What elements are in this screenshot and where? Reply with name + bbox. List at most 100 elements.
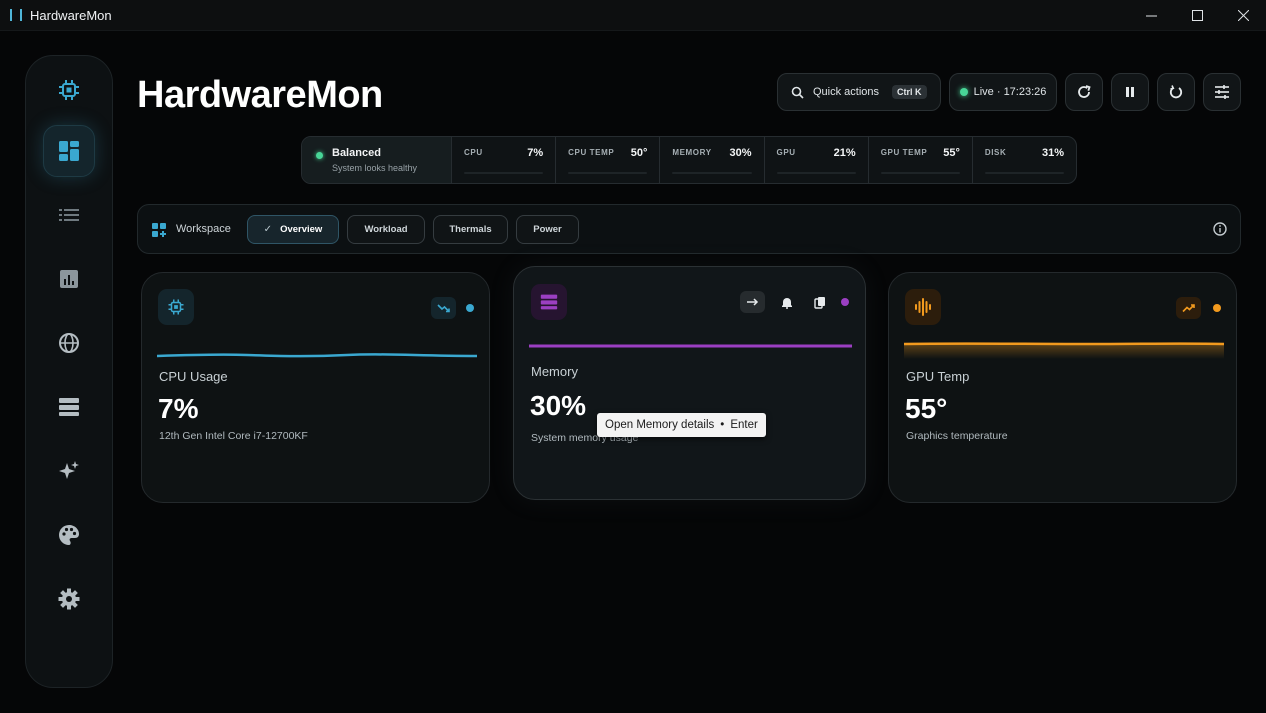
mode-detail: System looks healthy <box>332 163 418 173</box>
tab-label: Workload <box>364 224 408 235</box>
tab-label: Thermals <box>449 224 492 235</box>
copy-button[interactable] <box>807 291 832 313</box>
metric-bar <box>984 172 1065 174</box>
sparkle-icon <box>59 461 79 479</box>
workspace-icon <box>152 223 166 237</box>
tooltip-shortcut: Enter <box>730 419 758 431</box>
metric-value: 31% <box>1042 147 1065 159</box>
card-value: 7% <box>158 393 199 424</box>
minimize-icon <box>1145 15 1157 17</box>
chip-icon <box>168 299 184 315</box>
alert-button[interactable] <box>774 291 799 313</box>
tab-label: Power <box>533 224 562 235</box>
metric-value: 30% <box>729 147 752 159</box>
live-label: Live · 17:23:26 <box>973 86 1047 98</box>
metric-bar <box>464 172 544 174</box>
card-value: 30% <box>530 390 587 421</box>
close-button[interactable] <box>1220 0 1266 31</box>
gear-icon <box>58 588 80 610</box>
sidebar-item-theme[interactable] <box>43 509 95 561</box>
close-icon <box>1237 10 1249 21</box>
metric-cpu-temp: CPU TEMP 50° <box>556 137 661 183</box>
live-dot <box>959 88 968 96</box>
tooltip-separator: • <box>720 419 725 431</box>
sidebar-item-analytics[interactable] <box>43 253 95 305</box>
metric-bar <box>776 172 856 174</box>
tab-workload[interactable]: Workload <box>347 215 425 244</box>
gpu-card[interactable]: GPU Temp 55° Graphics temperature <box>888 272 1237 503</box>
sidebar-item-logo[interactable] <box>43 64 95 116</box>
refresh-button[interactable] <box>1065 73 1103 111</box>
metric-memory: MEMORY 30% <box>660 137 765 183</box>
quick-actions-button[interactable]: Quick actions Ctrl K <box>777 73 941 111</box>
trend-up-button[interactable] <box>1176 297 1201 319</box>
card-value: 55° <box>905 393 948 424</box>
pause-icon <box>1126 87 1134 97</box>
status-strip: Balanced System looks healthy CPU 7% CPU… <box>301 136 1077 184</box>
sidebar-item-settings[interactable] <box>43 573 95 625</box>
status-dot <box>466 304 474 312</box>
minimize-button[interactable] <box>1128 0 1174 31</box>
gpu-card-icon <box>905 289 941 325</box>
metric-value: 55° <box>943 147 960 159</box>
mode-status[interactable]: Balanced System looks healthy <box>302 137 452 183</box>
workspace-label: Workspace <box>176 223 231 235</box>
open-details-button[interactable] <box>740 291 765 313</box>
quick-actions-label: Quick actions <box>813 86 880 98</box>
info-icon[interactable] <box>1213 222 1227 236</box>
card-title: Memory <box>531 364 578 379</box>
tab-overview[interactable]: ✓ Overview <box>247 215 339 244</box>
filters-button[interactable] <box>1203 73 1241 111</box>
sidebar-item-storage[interactable] <box>43 381 95 433</box>
status-dot <box>316 152 323 159</box>
metric-value: 50° <box>630 147 648 159</box>
trend-down-icon <box>437 304 450 313</box>
sidebar-item-network[interactable] <box>43 317 95 369</box>
storage-icon <box>59 398 79 416</box>
workspace-bar: Workspace ✓ Overview Workload Thermals P… <box>137 204 1241 254</box>
copy-icon <box>813 296 825 309</box>
chart-icon <box>60 270 78 288</box>
tooltip-text: Open Memory details <box>605 419 715 431</box>
metric-bar <box>568 172 648 174</box>
arrow-right-icon <box>747 298 759 306</box>
tab-power[interactable]: Power <box>516 215 579 244</box>
app-logo-icon <box>10 9 22 21</box>
cpu-card[interactable]: CPU Usage 7% 12th Gen Intel Core i7-1270… <box>141 272 490 503</box>
metric-bar <box>880 172 960 174</box>
sliders-icon <box>1215 85 1229 99</box>
check-icon: ✓ <box>263 224 273 235</box>
memory-icon <box>540 294 558 310</box>
gpu-sparkline <box>904 342 1224 359</box>
metric-gpu-temp: GPU TEMP 55° <box>869 137 973 183</box>
status-dot <box>841 298 849 306</box>
card-subtitle: 12th Gen Intel Core i7-12700KF <box>159 430 308 442</box>
metric-cpu: CPU 7% <box>452 137 557 183</box>
metric-disk: DISK 31% <box>973 137 1076 183</box>
pause-button[interactable] <box>1111 73 1149 111</box>
trend-up-icon <box>1182 304 1195 313</box>
trend-down-button[interactable] <box>431 297 456 319</box>
metric-gpu: GPU 21% <box>765 137 869 183</box>
shortcut-badge: Ctrl K <box>892 85 927 99</box>
search-icon <box>791 86 804 99</box>
live-indicator: Live · 17:23:26 <box>949 73 1057 111</box>
title-bar: HardwareMon <box>0 0 1266 31</box>
sidebar-item-ai[interactable] <box>43 445 95 497</box>
globe-icon <box>59 333 79 353</box>
maximize-button[interactable] <box>1174 0 1220 31</box>
tooltip: Open Memory details • Enter <box>597 413 766 437</box>
memory-sparkline <box>529 344 852 348</box>
page-title: HardwareMon <box>137 74 383 116</box>
refresh-icon <box>1078 85 1091 98</box>
sidebar-item-dashboard[interactable] <box>43 125 95 177</box>
list-icon <box>59 209 79 221</box>
sidebar-item-list[interactable] <box>43 189 95 241</box>
reset-button[interactable] <box>1157 73 1195 111</box>
cpu-sparkline <box>157 353 477 358</box>
cpu-card-icon <box>158 289 194 325</box>
tab-label: Overview <box>280 224 323 235</box>
tab-thermals[interactable]: Thermals <box>433 215 508 244</box>
memory-card[interactable]: Memory 30% System memory usage <box>513 266 866 500</box>
bell-icon <box>781 297 792 309</box>
